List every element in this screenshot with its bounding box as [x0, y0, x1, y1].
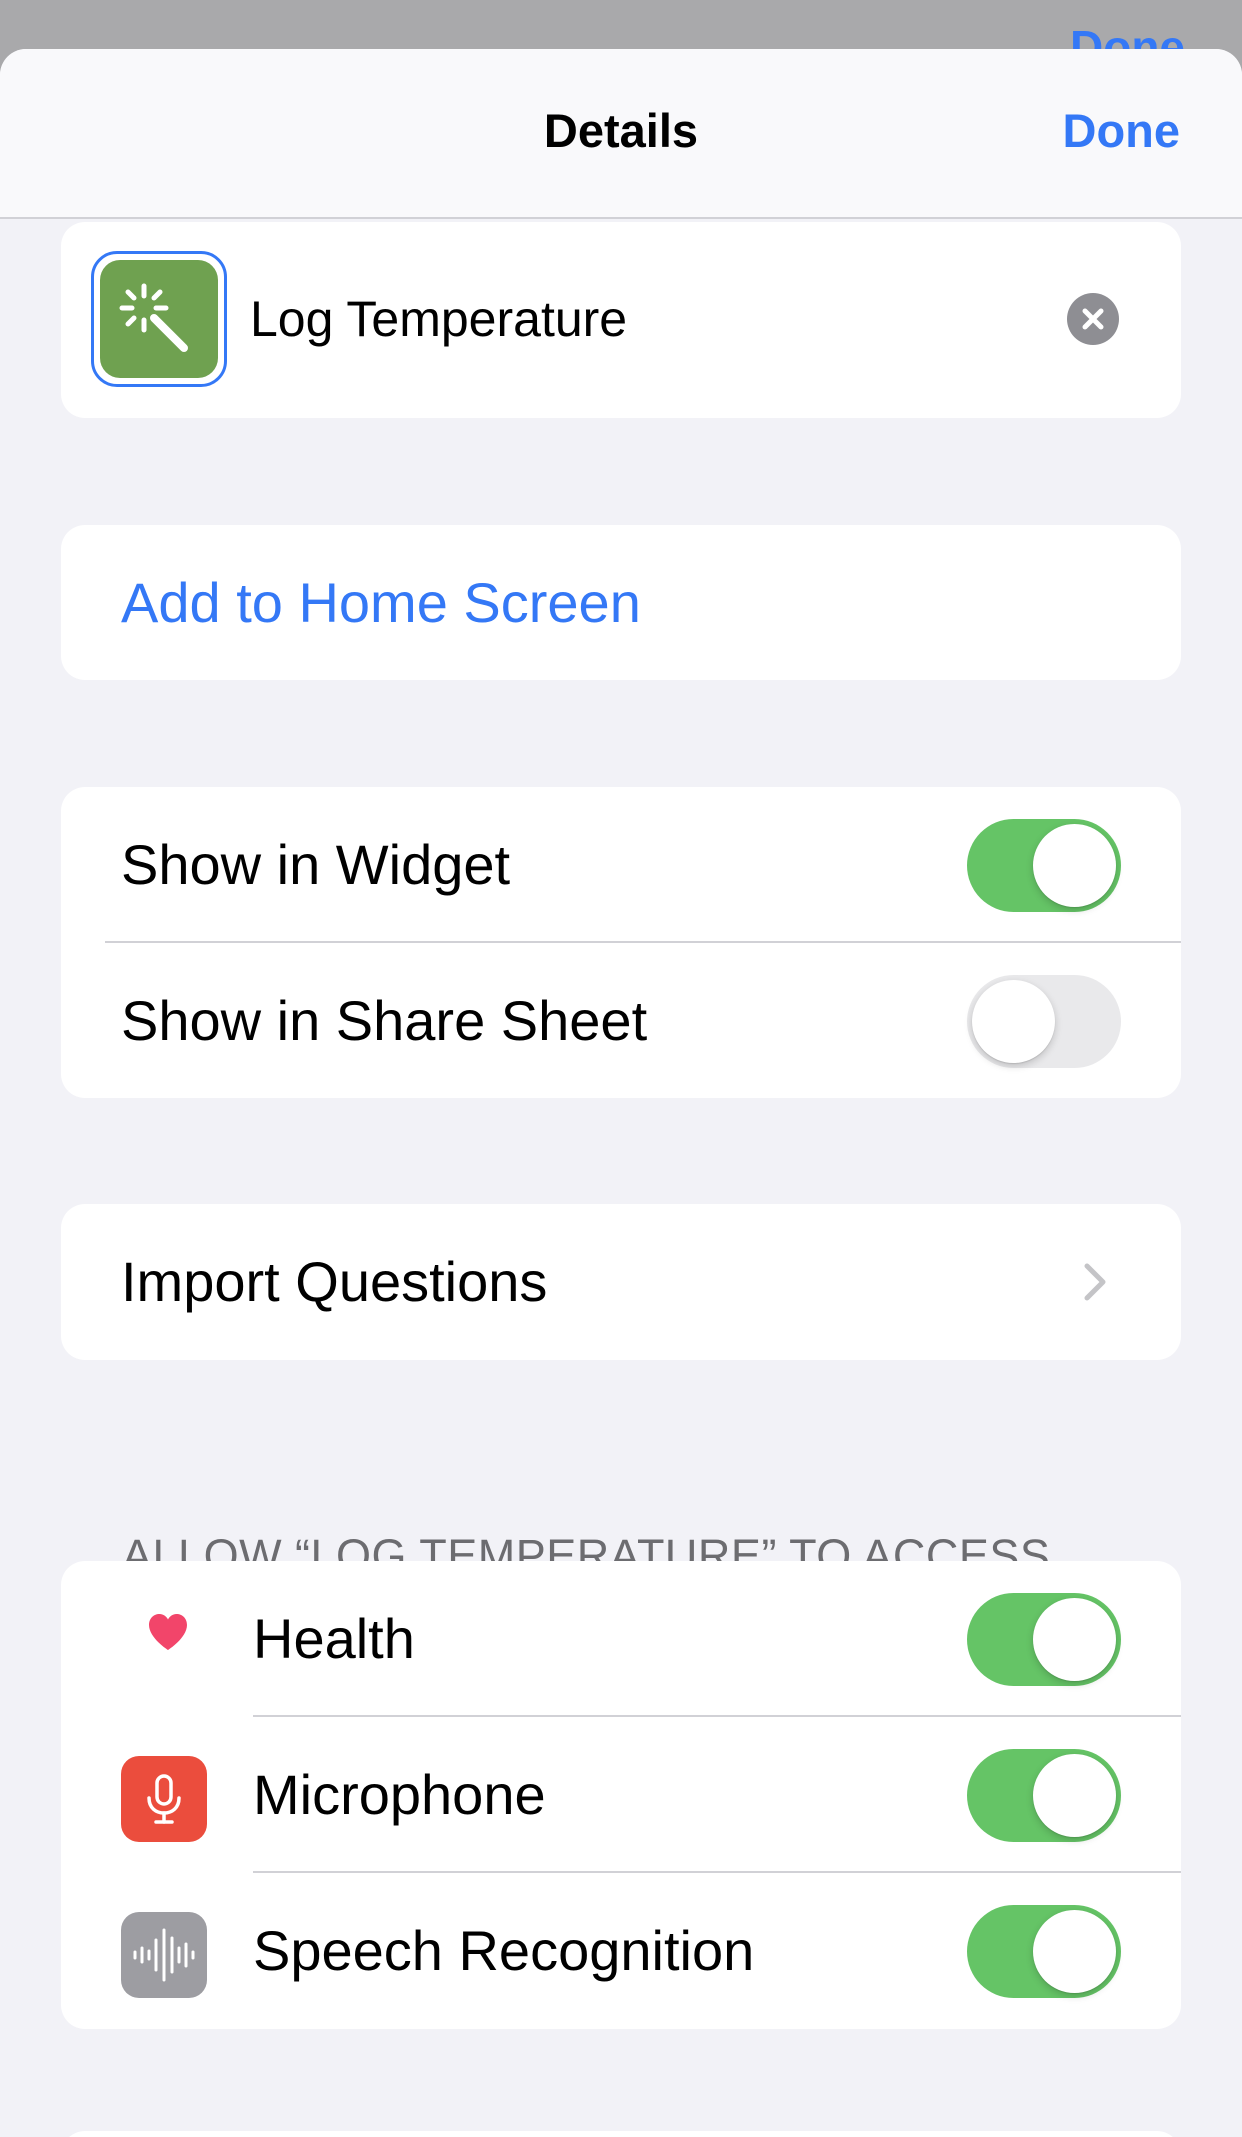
import-questions-card: Import Questions [61, 1204, 1181, 1360]
shortcut-name-card: Log Temperature [61, 222, 1181, 418]
add-to-home-screen-button[interactable]: Add to Home Screen [61, 525, 1181, 680]
show-in-widget-row: Show in Widget [61, 787, 1181, 943]
toggle-knob [972, 980, 1055, 1063]
add-to-home-screen-card: Add to Home Screen [61, 525, 1181, 680]
import-questions-label: Import Questions [121, 1250, 548, 1313]
details-sheet: Details Done Log Temperature Add to Home… [0, 49, 1242, 2137]
show-in-share-sheet-row: Show in Share Sheet [61, 943, 1181, 1098]
clear-text-icon[interactable] [1067, 293, 1119, 345]
shortcut-name-field[interactable]: Log Temperature [250, 294, 627, 344]
microphone-icon [121, 1756, 207, 1842]
toggle-knob [1033, 1598, 1116, 1681]
show-in-widget-toggle[interactable] [967, 819, 1121, 912]
waveform-icon [121, 1912, 207, 1998]
speech-recognition-row: Speech Recognition [61, 1873, 1181, 2029]
visibility-card: Show in Widget Show in Share Sheet [61, 787, 1181, 1098]
microphone-label: Microphone [253, 1763, 546, 1826]
shortcut-icon-button[interactable] [91, 251, 227, 387]
speech-recognition-toggle[interactable] [967, 1905, 1121, 1998]
navigation-bar: Details Done [0, 49, 1242, 219]
toggle-knob [1033, 1910, 1116, 1993]
add-to-home-screen-label: Add to Home Screen [121, 570, 641, 634]
health-label: Health [253, 1607, 415, 1670]
health-row: Health [61, 1561, 1181, 1717]
heart-icon [145, 1610, 191, 1656]
toggle-knob [1033, 824, 1116, 907]
next-card [61, 2131, 1181, 2137]
speech-recognition-label: Speech Recognition [253, 1919, 755, 1982]
access-card: Health Microphone Speech Recognition [61, 1561, 1181, 2029]
microphone-toggle[interactable] [967, 1749, 1121, 1842]
show-in-widget-label: Show in Widget [121, 833, 511, 896]
toggle-knob [1033, 1754, 1116, 1837]
microphone-row: Microphone [61, 1717, 1181, 1873]
import-questions-row[interactable]: Import Questions [61, 1204, 1181, 1360]
magic-wand-icon [100, 260, 218, 378]
show-in-share-sheet-toggle[interactable] [967, 975, 1121, 1068]
chevron-right-icon [1084, 1263, 1106, 1301]
health-toggle[interactable] [967, 1593, 1121, 1686]
page-title: Details [543, 104, 699, 157]
done-button[interactable]: Done [1063, 107, 1181, 154]
show-in-share-sheet-label: Show in Share Sheet [121, 989, 648, 1052]
